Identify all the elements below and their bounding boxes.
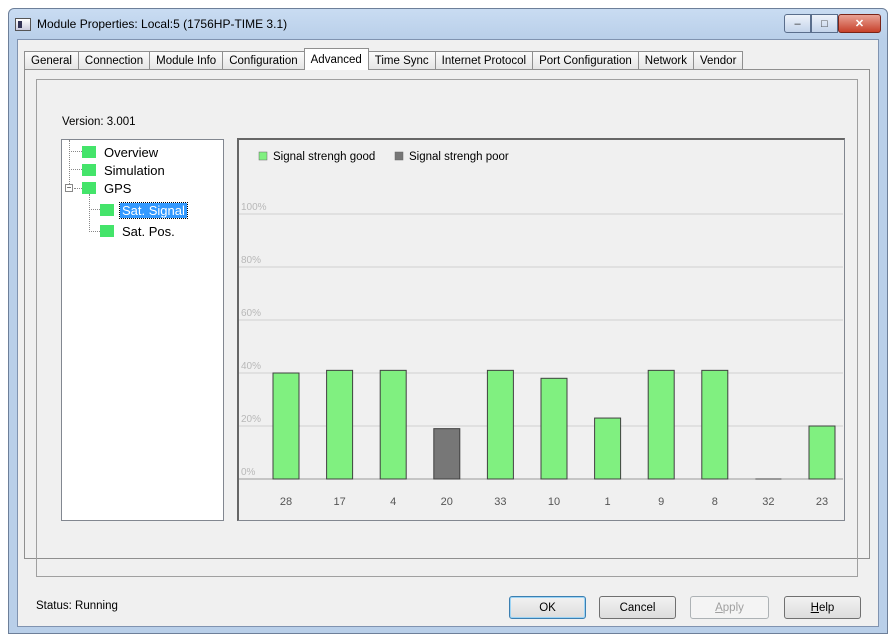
bar — [326, 369, 354, 480]
maximize-button[interactable]: □ — [811, 14, 838, 33]
apply-button[interactable]: Apply — [690, 596, 769, 619]
x-tick-label: 17 — [333, 496, 345, 508]
y-tick-label: 100% — [241, 202, 267, 213]
tab-vendor[interactable]: Vendor — [692, 51, 744, 70]
close-icon: ✕ — [854, 18, 865, 30]
bar — [594, 417, 622, 480]
bar — [701, 369, 729, 480]
tab-time-sync[interactable]: Time Sync — [367, 51, 436, 70]
tree-item-label: Simulation — [104, 162, 165, 178]
tree-connector — [69, 169, 82, 170]
navigation-tree[interactable]: − Overview Simulation GPS Sat. Signal Sa… — [61, 139, 224, 521]
tab-strip: General Connection Module Info Configura… — [24, 48, 744, 70]
x-tick-label: 23 — [816, 496, 828, 508]
bar — [540, 377, 568, 480]
title-bar[interactable]: Module Properties: Local:5 (1756HP-TIME … — [9, 9, 887, 39]
status-bar: Status: Running — [36, 600, 118, 612]
node-icon — [82, 146, 96, 158]
tab-connection[interactable]: Connection — [77, 51, 151, 70]
maximize-icon: □ — [821, 17, 828, 30]
x-tick-label: 20 — [441, 496, 453, 508]
status-label: Status: — [36, 600, 72, 612]
tree-item-label: Sat. Signal — [119, 201, 188, 219]
node-icon — [100, 225, 114, 237]
x-tick-label: 9 — [658, 496, 664, 508]
help-label-accel: H — [810, 601, 819, 614]
window-title: Module Properties: Local:5 (1756HP-TIME … — [37, 17, 288, 31]
x-tick-label: 32 — [762, 496, 774, 508]
bar — [272, 372, 300, 480]
tree-item-sat-signal[interactable]: Sat. Signal — [100, 201, 188, 219]
bar — [433, 428, 461, 480]
tree-item-overview[interactable]: Overview — [82, 144, 160, 160]
version-label: Version: 3.001 — [62, 116, 136, 128]
y-tick-label: 80% — [241, 255, 261, 266]
ok-button[interactable]: OK — [509, 596, 586, 619]
tree-connector — [89, 231, 100, 232]
tree-connector — [89, 209, 100, 210]
app-icon — [15, 18, 31, 31]
legend-label: Signal strengh good — [273, 151, 375, 163]
bar — [486, 369, 514, 480]
close-button[interactable]: ✕ — [838, 14, 881, 33]
tree-item-sat-pos[interactable]: Sat. Pos. — [100, 223, 177, 239]
y-tick-label: 20% — [241, 414, 261, 425]
x-tick-label: 28 — [280, 496, 292, 508]
tree-connector — [69, 151, 82, 152]
tab-network[interactable]: Network — [637, 51, 694, 70]
bar — [647, 369, 675, 480]
tree-item-label: GPS — [104, 180, 132, 196]
x-tick-label: 33 — [494, 496, 506, 508]
tree-item-label: Sat. Pos. — [122, 223, 175, 239]
tab-port-configuration[interactable]: Port Configuration — [532, 51, 639, 70]
collapse-icon[interactable]: − — [65, 184, 73, 192]
help-button[interactable]: Help — [784, 596, 861, 619]
bar — [379, 369, 407, 480]
tree-item-gps[interactable]: GPS — [82, 180, 133, 196]
bar — [808, 425, 836, 480]
minimize-button[interactable]: – — [784, 14, 811, 33]
tree-connector — [89, 194, 90, 232]
tree-connector — [74, 188, 82, 189]
x-tick-label: 8 — [712, 496, 718, 508]
tab-configuration[interactable]: Configuration — [222, 51, 305, 70]
tree-item-simulation[interactable]: Simulation — [82, 162, 167, 178]
minimize-icon: – — [794, 17, 801, 30]
y-tick-label: 60% — [241, 308, 261, 319]
apply-label-accel: A — [715, 601, 723, 614]
node-icon — [82, 164, 96, 176]
x-tick-label: 10 — [548, 496, 560, 508]
x-tick-label: 1 — [605, 496, 611, 508]
signal-strength-chart-panel: 0% 20% 40% 60% 80% 100% Signal strengh good Sig… — [237, 138, 845, 521]
y-tick-label: 0% — [241, 467, 256, 478]
apply-label-post: pply — [722, 601, 744, 614]
tab-module-info[interactable]: Module Info — [149, 51, 224, 70]
y-tick-label: 40% — [241, 361, 261, 372]
node-icon — [82, 182, 96, 194]
legend-swatch — [258, 151, 268, 161]
status-value: Running — [75, 600, 118, 612]
signal-strength-chart: 0% 20% 40% 60% 80% 100% Signal strengh good Sig… — [239, 151, 843, 508]
tab-general[interactable]: General — [24, 51, 79, 70]
tab-internet-protocol[interactable]: Internet Protocol — [434, 51, 534, 70]
tab-advanced[interactable]: Advanced — [303, 48, 369, 70]
x-tick-label: 4 — [390, 496, 396, 508]
tree-item-label: Overview — [104, 144, 159, 160]
cancel-button[interactable]: Cancel — [599, 596, 676, 619]
help-label-post: elp — [818, 601, 835, 614]
node-icon — [100, 204, 114, 216]
legend-label: Signal strengh poor — [409, 151, 509, 163]
legend-swatch — [394, 151, 404, 161]
